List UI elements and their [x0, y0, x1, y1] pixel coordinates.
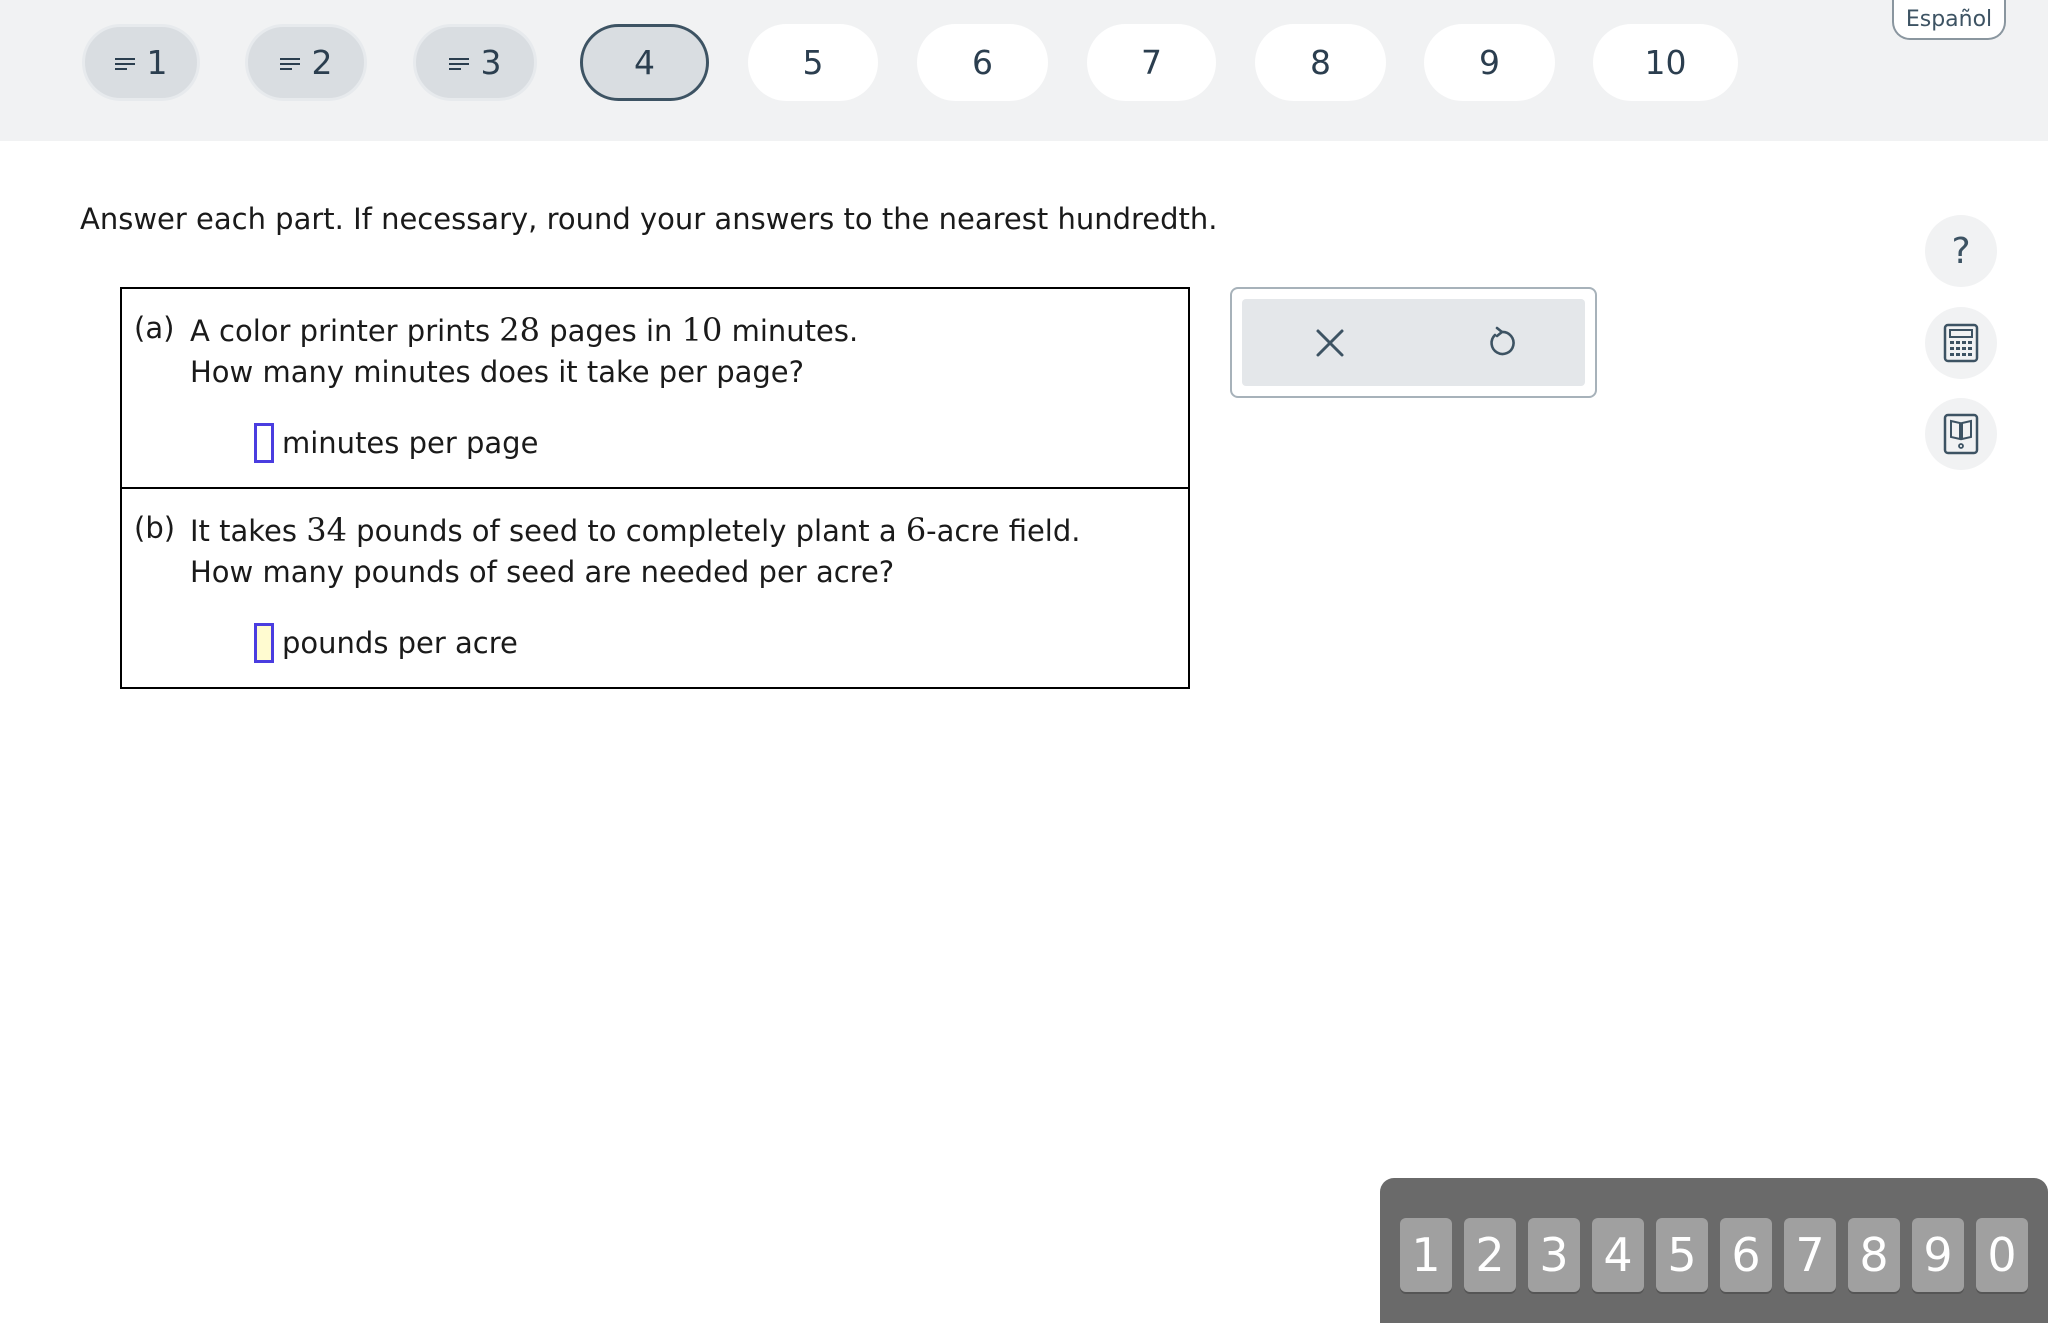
- question-nav-8-label: 8: [1310, 43, 1331, 82]
- key-3[interactable]: 3: [1528, 1218, 1580, 1292]
- clear-answer-button[interactable]: [1306, 319, 1354, 367]
- question-nav-4-label: 4: [634, 43, 655, 82]
- question-nav-5[interactable]: 5: [748, 24, 878, 101]
- close-icon: [1316, 329, 1344, 357]
- key-2[interactable]: 2: [1464, 1218, 1516, 1292]
- question-nav-bar: 1 2 3 4 5 6 7 8 9 10 Español: [0, 0, 2048, 141]
- part-a-unit: minutes per page: [282, 426, 539, 460]
- help-button[interactable]: ?: [1925, 215, 1997, 287]
- undo-button[interactable]: [1478, 319, 1526, 367]
- question-nav-3-label: 3: [480, 43, 502, 82]
- part-a: (a) A color printer prints 28 pages in 1…: [122, 289, 1188, 489]
- question-nav-8[interactable]: 8: [1255, 24, 1386, 101]
- key-0[interactable]: 0: [1976, 1218, 2028, 1292]
- instructions-text: Answer each part. If necessary, round yo…: [80, 202, 1218, 236]
- question-nav-7-label: 7: [1141, 43, 1162, 82]
- question-mark-icon: ?: [1951, 230, 1971, 272]
- part-a-text-pre: A color printer prints: [190, 314, 500, 348]
- key-6[interactable]: 6: [1720, 1218, 1772, 1292]
- part-b-label: (b): [134, 511, 176, 545]
- part-a-minutes-number: 10: [681, 311, 723, 349]
- part-b-question: How many pounds of seed are needed per a…: [190, 555, 895, 589]
- calculator-button[interactable]: [1925, 307, 1997, 379]
- question-nav-7[interactable]: 7: [1087, 24, 1216, 101]
- question-nav-9-label: 9: [1479, 43, 1500, 82]
- part-a-label: (a): [134, 311, 175, 345]
- key-1[interactable]: 1: [1400, 1218, 1452, 1292]
- part-b-text-post: -acre field.: [926, 514, 1081, 548]
- answered-lines-icon: [279, 57, 300, 72]
- calculator-icon: [1943, 323, 1979, 363]
- ebook-button[interactable]: [1925, 398, 1997, 470]
- part-b-text-mid: pounds of seed to completely plant a: [346, 514, 906, 548]
- question-nav-1[interactable]: 1: [82, 24, 200, 101]
- question-nav-9[interactable]: 9: [1424, 24, 1555, 101]
- part-a-pages-number: 28: [499, 311, 540, 349]
- part-a-question: How many minutes does it take per page?: [190, 355, 805, 389]
- part-b-answer-input[interactable]: [254, 623, 274, 663]
- language-toggle-button[interactable]: Español: [1892, 0, 2006, 40]
- question-nav-2[interactable]: 2: [245, 24, 367, 101]
- part-a-text-mid: pages in: [540, 314, 682, 348]
- book-icon: [1943, 413, 1979, 455]
- undo-icon: [1490, 326, 1515, 356]
- part-b-acres-number: 6: [905, 511, 927, 549]
- question-nav-6-label: 6: [972, 43, 993, 82]
- question-nav-2-label: 2: [311, 43, 333, 82]
- part-b-answer-row: pounds per acre: [254, 623, 518, 663]
- part-a-statement: A color printer prints 28 pages in 10 mi…: [190, 311, 858, 349]
- key-8[interactable]: 8: [1848, 1218, 1900, 1292]
- part-a-text-post: minutes.: [722, 314, 859, 348]
- answer-tools-panel: [1230, 287, 1597, 398]
- key-9[interactable]: 9: [1912, 1218, 1964, 1292]
- part-b-text-pre: It takes: [190, 514, 307, 548]
- number-keypad: 1 2 3 4 5 6 7 8 9 0: [1380, 1178, 2048, 1323]
- question-nav-10[interactable]: 10: [1593, 24, 1738, 101]
- key-5[interactable]: 5: [1656, 1218, 1708, 1292]
- part-b-unit: pounds per acre: [282, 626, 518, 660]
- question-nav-10-label: 10: [1644, 43, 1687, 82]
- part-b-pounds-number: 34: [306, 511, 347, 549]
- question-nav-4[interactable]: 4: [580, 24, 709, 101]
- question-nav-6[interactable]: 6: [917, 24, 1048, 101]
- key-4[interactable]: 4: [1592, 1218, 1644, 1292]
- key-7[interactable]: 7: [1784, 1218, 1836, 1292]
- question-nav-3[interactable]: 3: [413, 24, 537, 101]
- answered-lines-icon: [114, 57, 135, 72]
- question-nav-1-label: 1: [146, 43, 168, 82]
- part-b-statement: It takes 34 pounds of seed to completely…: [190, 511, 1081, 549]
- answered-lines-icon: [448, 57, 469, 72]
- answer-tools-inner: [1242, 299, 1585, 386]
- part-b: (b) It takes 34 pounds of seed to comple…: [122, 489, 1188, 687]
- problem-table: (a) A color printer prints 28 pages in 1…: [120, 287, 1190, 689]
- part-a-answer-input[interactable]: [254, 423, 274, 463]
- part-a-answer-row: minutes per page: [254, 423, 538, 463]
- question-nav-5-label: 5: [802, 43, 824, 82]
